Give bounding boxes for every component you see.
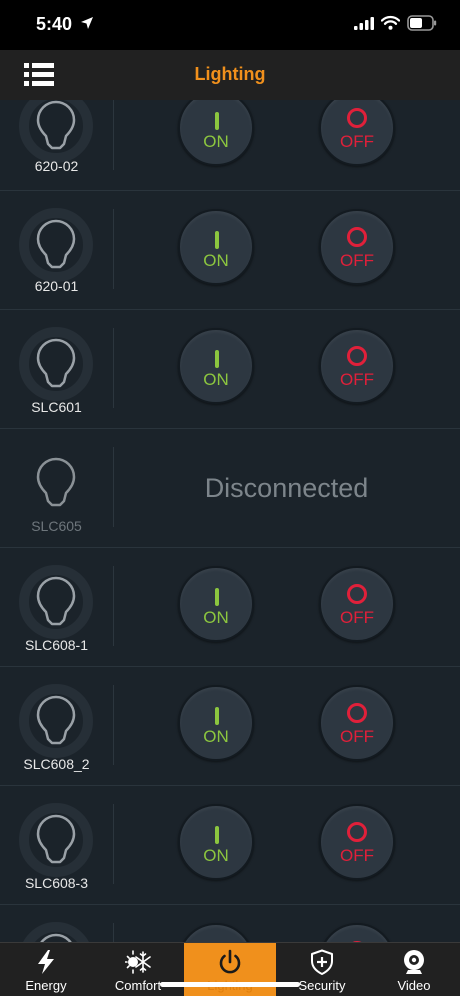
off-label: OFF xyxy=(340,727,374,746)
bulb-icon xyxy=(16,100,96,166)
tab-label: Video xyxy=(397,978,431,993)
bulb-icon xyxy=(16,919,96,942)
on-bar-icon xyxy=(215,112,219,130)
bulb-icon xyxy=(16,681,96,761)
on-label: ON xyxy=(203,727,229,746)
row-divider xyxy=(113,804,114,884)
tab-bar: Energy Comfort Lighting xyxy=(0,942,460,996)
device-row: SLC601 ON OFF xyxy=(0,310,460,429)
home-indicator xyxy=(160,982,300,987)
device-row: SLC608_2 ON OFF xyxy=(0,667,460,786)
on-label: ON xyxy=(203,608,229,627)
snowflake-sun-icon xyxy=(125,950,151,974)
off-ring-icon xyxy=(347,227,367,247)
wifi-icon xyxy=(381,15,400,30)
cellular-signal-icon xyxy=(354,17,374,30)
on-label: ON xyxy=(203,370,229,389)
on-label: ON xyxy=(203,251,229,270)
on-label: ON xyxy=(203,846,229,865)
webcam-icon xyxy=(404,950,424,974)
on-bar-icon xyxy=(215,707,219,725)
bulb-icon xyxy=(16,562,96,642)
off-ring-icon xyxy=(347,108,367,128)
row-divider xyxy=(113,209,114,289)
bulb-icon xyxy=(16,443,96,523)
tab-energy[interactable]: Energy xyxy=(0,943,92,996)
tab-security[interactable]: Security xyxy=(276,943,368,996)
on-bar-icon xyxy=(215,588,219,606)
device-list[interactable]: 620-02 ON OFF 620-01 ON OFF SLC601 ON OF… xyxy=(0,100,460,942)
on-bar-icon xyxy=(215,350,219,368)
off-ring-icon xyxy=(347,346,367,366)
on-button[interactable]: ON xyxy=(178,566,254,642)
off-label: OFF xyxy=(340,608,374,627)
battery-icon xyxy=(407,15,437,31)
on-bar-icon xyxy=(215,826,219,844)
row-divider xyxy=(113,685,114,765)
device-name: SLC608-1 xyxy=(24,637,89,653)
tab-video[interactable]: Video xyxy=(368,943,460,996)
location-arrow-icon xyxy=(81,17,93,29)
device-row xyxy=(0,905,460,942)
device-row: SLC608-1 ON OFF xyxy=(0,548,460,667)
off-ring-icon xyxy=(347,822,367,842)
device-name: SLC608_2 xyxy=(23,756,90,772)
off-label: OFF xyxy=(340,846,374,865)
row-divider xyxy=(113,100,114,170)
off-label: OFF xyxy=(340,251,374,270)
on-label: ON xyxy=(203,132,229,151)
off-ring-icon xyxy=(347,703,367,723)
device-row: SLC608-3 ON OFF xyxy=(0,786,460,905)
status-bar: 5:40 xyxy=(0,0,460,50)
on-button[interactable] xyxy=(178,923,254,942)
off-button[interactable]: OFF xyxy=(319,209,395,285)
off-ring-icon xyxy=(347,584,367,604)
device-name: SLC605 xyxy=(31,518,82,534)
device-name: SLC601 xyxy=(31,399,82,415)
disconnected-status: Disconnected xyxy=(204,473,369,503)
device-row: SLC605 Disconnected xyxy=(0,429,460,548)
device-name: 620-01 xyxy=(34,278,79,294)
off-button[interactable]: OFF xyxy=(319,100,395,166)
device-row: 620-02 ON OFF xyxy=(0,100,460,191)
device-row: 620-01 ON OFF xyxy=(0,191,460,310)
page-title: Lighting xyxy=(194,64,266,84)
on-button[interactable]: ON xyxy=(178,209,254,285)
tab-lighting[interactable]: Lighting xyxy=(184,943,276,996)
tab-label: Energy xyxy=(25,978,67,993)
on-button[interactable]: ON xyxy=(178,804,254,880)
off-label: OFF xyxy=(340,370,374,389)
off-button[interactable]: OFF xyxy=(319,804,395,880)
row-divider xyxy=(113,328,114,408)
row-divider xyxy=(113,566,114,646)
tab-comfort[interactable]: Comfort xyxy=(92,943,184,996)
bulb-icon xyxy=(16,800,96,880)
nav-bar: Lighting xyxy=(0,50,460,100)
bolt-icon xyxy=(38,950,54,974)
row-divider xyxy=(113,923,114,942)
on-bar-icon xyxy=(215,231,219,249)
on-button[interactable]: ON xyxy=(178,100,254,166)
off-button[interactable]: OFF xyxy=(319,566,395,642)
off-button[interactable] xyxy=(319,923,395,942)
status-time: 5:40 xyxy=(36,14,73,34)
device-name: 620-02 xyxy=(34,158,79,174)
off-label: OFF xyxy=(340,132,374,151)
on-button[interactable]: ON xyxy=(178,685,254,761)
power-icon xyxy=(219,949,241,974)
shield-plus-icon xyxy=(311,949,333,975)
device-name: SLC608-3 xyxy=(24,875,89,891)
bulb-icon xyxy=(16,324,96,404)
off-button[interactable]: OFF xyxy=(319,328,395,404)
bulb-icon xyxy=(16,205,96,285)
off-button[interactable]: OFF xyxy=(319,685,395,761)
on-button[interactable]: ON xyxy=(178,328,254,404)
